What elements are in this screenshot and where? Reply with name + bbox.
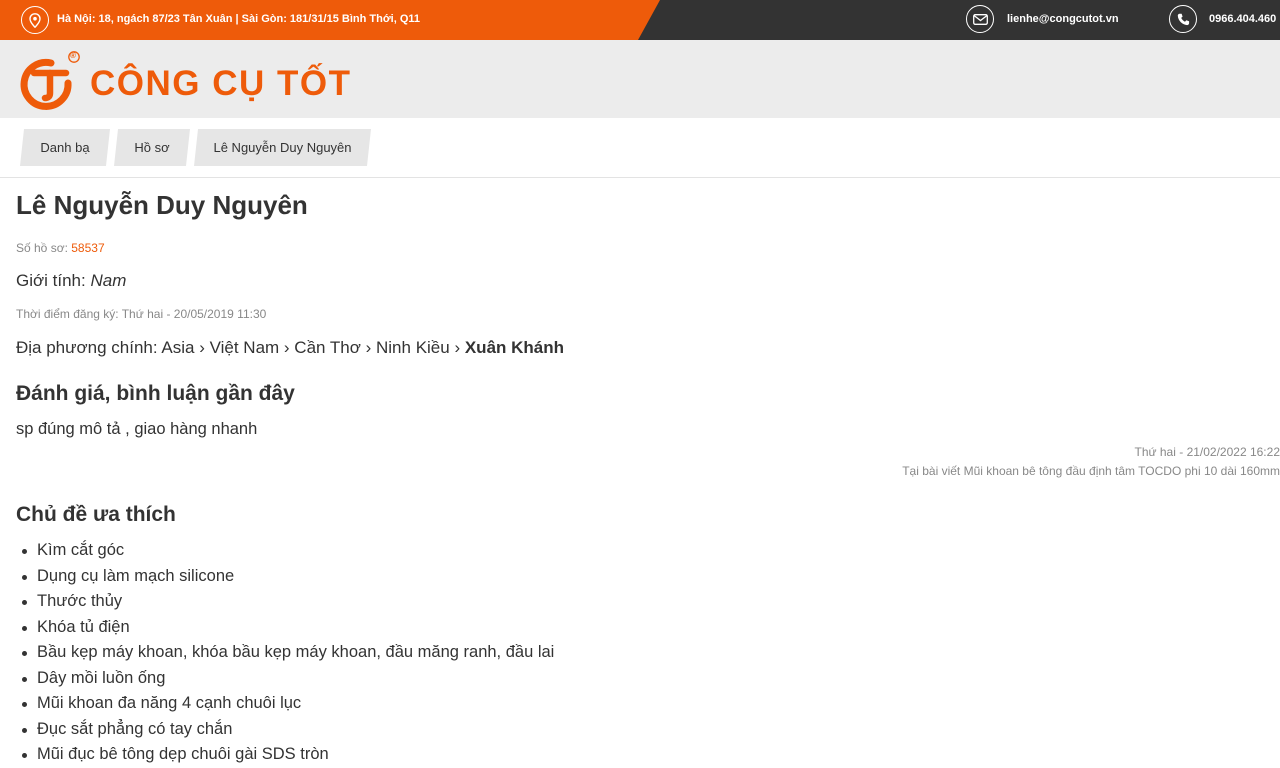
phone-link[interactable]: 0966.404.460 (1209, 13, 1276, 25)
list-item[interactable]: Thước thủy (16, 589, 554, 615)
review-post-label: Tại bài viết (902, 464, 961, 478)
main-location: Địa phương chính: Asia › Việt Nam › Cần … (16, 338, 564, 358)
list-item[interactable]: Kìm cắt góc (16, 538, 554, 564)
breadcrumb-divider (0, 177, 1280, 178)
site-header: ® CÔNG CỤ TỐT (0, 40, 1280, 118)
list-item[interactable]: Mũi khoan đa năng 4 cạnh chuôi lục (16, 691, 554, 717)
profile-id-label: Số hồ sơ: (16, 241, 68, 255)
profile-id-value: 58537 (71, 241, 105, 255)
breadcrumb-item-current[interactable]: Lê Nguyễn Duy Nguyên (194, 129, 371, 166)
location-current: Xuân Khánh (464, 338, 565, 357)
list-item[interactable]: Đục sắt phẳng có tay chắn (16, 717, 554, 743)
breadcrumb-item-directory[interactable]: Danh bạ (20, 129, 110, 166)
phone-icon[interactable] (1169, 5, 1197, 33)
list-item[interactable]: Dây mồi luồn ống (16, 666, 554, 692)
logo-mark[interactable]: ® (14, 49, 84, 116)
topics-list: Kìm cắt góc Dụng cụ làm mạch silicone Th… (16, 538, 554, 768)
envelope-icon[interactable] (966, 5, 994, 33)
registered-mark: ® (70, 51, 76, 60)
gender: Giới tính: Nam (16, 271, 126, 291)
list-item[interactable]: Bầu kẹp máy khoan, khóa bầu kẹp máy khoa… (16, 640, 554, 666)
profile-id: Số hồ sơ: 58537 (16, 241, 105, 255)
email-link[interactable]: lienhe@congcutot.vn (1007, 13, 1119, 25)
list-item[interactable]: Dụng cụ làm mạch silicone (16, 564, 554, 590)
address-text: Hà Nội: 18, ngách 87/23 Tân Xuân | Sài G… (57, 13, 421, 25)
gender-label: Giới tính: (16, 271, 86, 290)
review-post-link[interactable]: Mũi khoan bê tông đầu định tâm TOCDO phi… (964, 464, 1280, 478)
page-title: Lê Nguyễn Duy Nguyên (16, 190, 308, 220)
top-bar: Hà Nội: 18, ngách 87/23 Tân Xuân | Sài G… (0, 0, 1280, 40)
registration-label: Thời điểm đăng ký: (16, 307, 119, 321)
registration-time: Thời điểm đăng ký: Thứ hai - 20/05/2019 … (16, 307, 266, 321)
location-path[interactable]: Asia › Việt Nam › Cần Thơ › Ninh Kiều › (161, 338, 460, 357)
review-text: sp đúng mô tả , giao hàng nhanh (16, 420, 258, 438)
registration-value: Thứ hai - 20/05/2019 11:30 (121, 307, 267, 321)
review-date: Thứ hai - 21/02/2022 16:22 (1134, 445, 1280, 459)
review-post: Tại bài viết Mũi khoan bê tông đầu định … (902, 464, 1280, 478)
list-item[interactable]: Khóa tủ điện (16, 615, 554, 641)
location-label: Địa phương chính: (16, 338, 158, 357)
list-item[interactable]: Mũi đục bê tông dẹp chuôi gài SDS tròn (16, 742, 554, 768)
map-pin-icon (21, 6, 49, 34)
topics-heading: Chủ đề ưa thích (16, 503, 176, 526)
gender-value: Nam (90, 271, 127, 290)
reviews-heading: Đánh giá, bình luận gần đây (16, 382, 295, 405)
breadcrumb-item-profiles[interactable]: Hồ sơ (114, 129, 190, 166)
brand-name[interactable]: CÔNG CỤ TỐT (90, 64, 351, 104)
